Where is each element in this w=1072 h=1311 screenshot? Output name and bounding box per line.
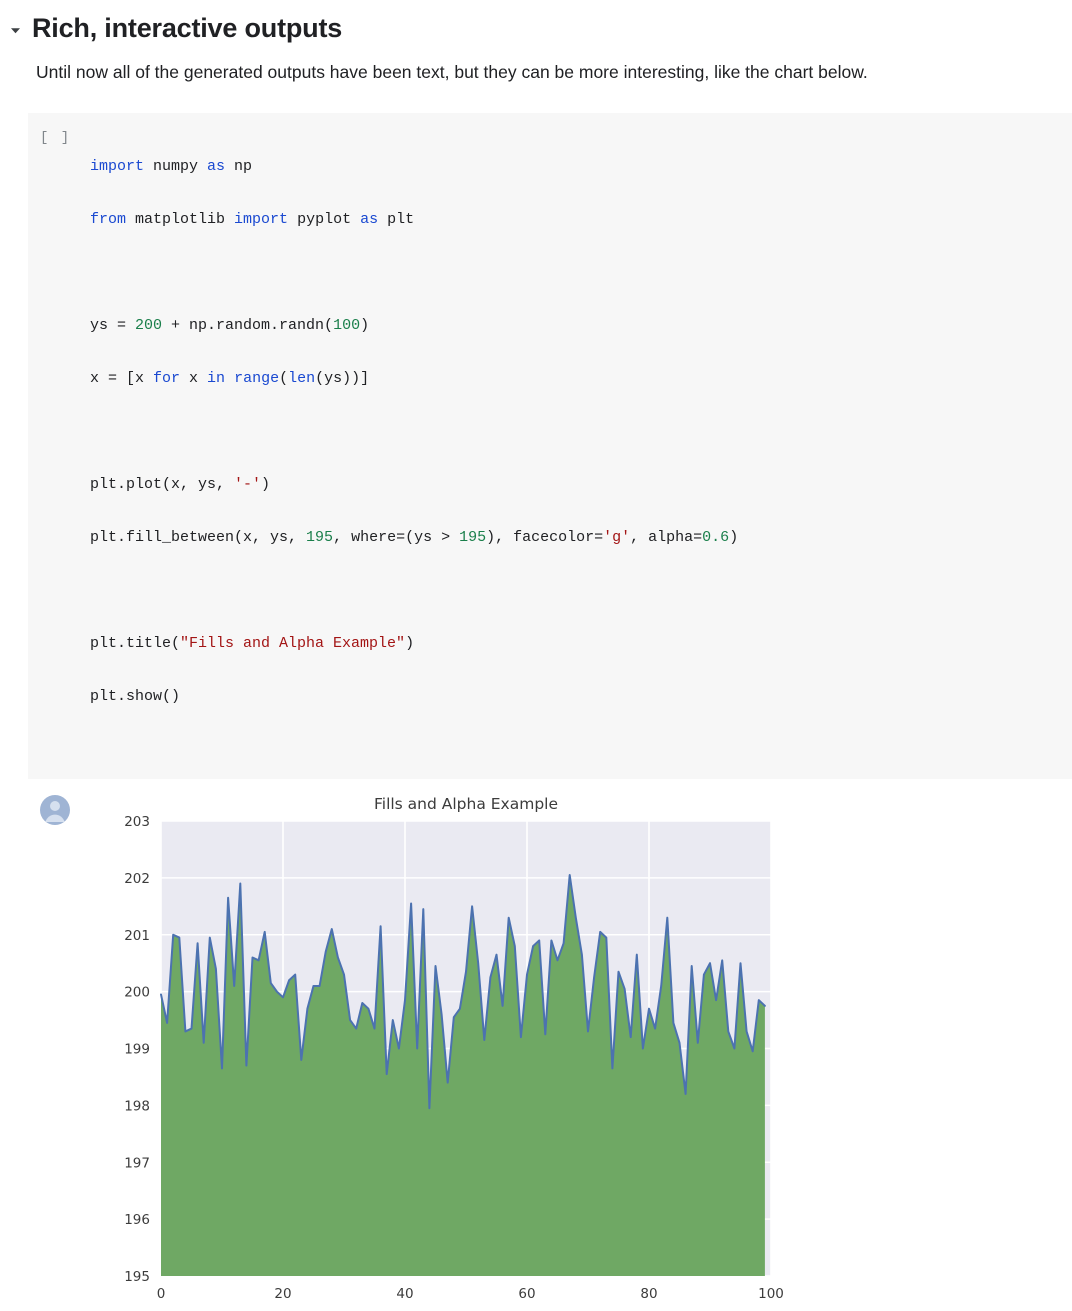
svg-text:202: 202 — [124, 871, 150, 887]
svg-text:100: 100 — [758, 1286, 784, 1302]
matplotlib-chart: 195 196 197 198 199 200 201 202 203 0 20 40 60 80 100… — [86, 791, 866, 1311]
svg-text:203: 203 — [124, 814, 150, 830]
code-line: x = [x for x in range(len(ys))] — [90, 366, 738, 393]
svg-text:20: 20 — [274, 1286, 291, 1302]
chart-canvas: 195 196 197 198 199 200 201 202 203 0 20 40 60 80 100… — [86, 791, 866, 1311]
code-line: ys = 200 + np.random.randn(100) — [90, 313, 738, 340]
code-line: plt.plot(x, ys, '-') — [90, 472, 738, 499]
code-line: import numpy as np — [90, 154, 738, 181]
code-line: plt.fill_between(x, ys, 195, where=(ys >… — [90, 525, 738, 552]
code-line — [90, 578, 738, 605]
triangle-down-icon[interactable] — [4, 12, 26, 37]
svg-text:200: 200 — [124, 985, 150, 1001]
code-editor[interactable]: import numpy as np from matplotlib impor… — [90, 127, 738, 763]
svg-text:80: 80 — [640, 1286, 657, 1302]
code-line: plt.title("Fills and Alpha Example") — [90, 631, 738, 658]
user-avatar-icon — [38, 793, 72, 827]
chart-title: Fills and Alpha Example — [374, 795, 558, 813]
cell-output: 195 196 197 198 199 200 201 202 203 0 20 40 60 80 100… — [0, 791, 1072, 1311]
section-subtitle: Until now all of the generated outputs h… — [0, 60, 1072, 85]
svg-text:60: 60 — [518, 1286, 535, 1302]
svg-text:196: 196 — [124, 1212, 150, 1228]
run-cell-button[interactable]: [ ] — [28, 127, 90, 146]
svg-text:197: 197 — [124, 1155, 150, 1171]
section-header: Rich, interactive outputs — [0, 0, 1072, 46]
svg-text:0: 0 — [157, 1286, 166, 1302]
code-cell[interactable]: [ ] import numpy as np from matplotlib i… — [28, 113, 1072, 779]
svg-text:40: 40 — [396, 1286, 413, 1302]
x-axis-tick-labels: 0 20 40 60 80 100 — [157, 1286, 784, 1302]
y-axis-tick-labels: 195 196 197 198 199 200 201 202 203 — [124, 814, 150, 1285]
code-line: from matplotlib import pyplot as plt — [90, 207, 738, 234]
code-line — [90, 419, 738, 446]
code-line — [90, 260, 738, 287]
svg-text:198: 198 — [124, 1099, 150, 1115]
page-title: Rich, interactive outputs — [26, 12, 342, 46]
svg-text:195: 195 — [124, 1269, 150, 1285]
code-line: plt.show() — [90, 684, 738, 711]
svg-text:199: 199 — [124, 1042, 150, 1058]
svg-text:201: 201 — [124, 928, 150, 944]
